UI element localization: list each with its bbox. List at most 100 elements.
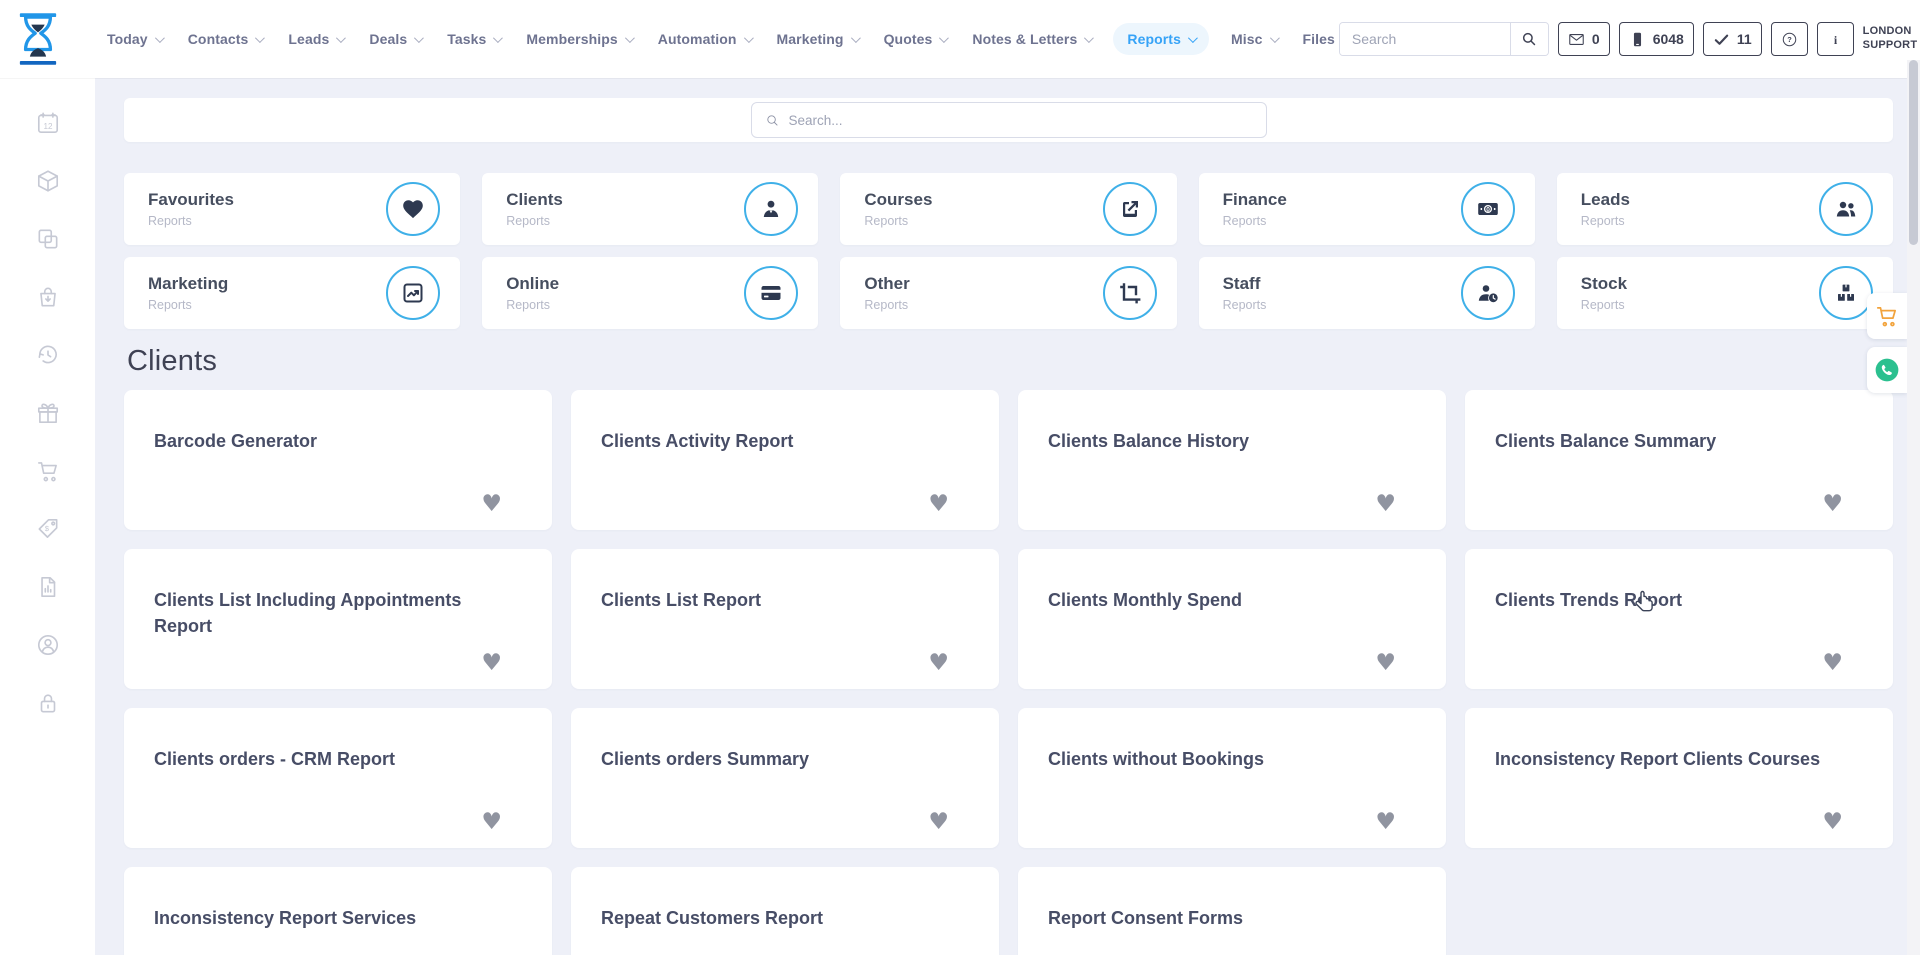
category-card-marketing[interactable]: Marketing Reports bbox=[124, 257, 460, 329]
category-card-online[interactable]: Online Reports bbox=[482, 257, 818, 329]
sidebar-cube-icon[interactable] bbox=[0, 152, 95, 210]
chevron-down-icon bbox=[1084, 33, 1094, 43]
nav-item-label: Contacts bbox=[188, 31, 249, 47]
report-card[interactable]: Clients Trends Report ♥ bbox=[1465, 549, 1893, 689]
whatsapp-fab-button[interactable] bbox=[1867, 347, 1907, 393]
category-icon-circle bbox=[386, 182, 440, 236]
sidebar-gift-icon[interactable] bbox=[0, 384, 95, 442]
report-card[interactable]: Clients Balance Summary ♥ bbox=[1465, 390, 1893, 530]
favourite-heart-icon[interactable]: ♥ bbox=[481, 493, 502, 516]
report-card[interactable]: Report Consent Forms ♥ bbox=[1018, 867, 1446, 955]
top-header: Today Contacts Leads Deals Tasks Memberships A… bbox=[0, 0, 1920, 78]
nav-item-files[interactable]: Files bbox=[1299, 23, 1339, 55]
nav-item-quotes[interactable]: Quotes bbox=[880, 23, 951, 55]
cart-fab-button[interactable] bbox=[1867, 293, 1907, 339]
nav-item-automation[interactable]: Automation bbox=[654, 23, 755, 55]
info-icon: i bbox=[1827, 31, 1844, 48]
report-card[interactable]: Clients Monthly Spend ♥ bbox=[1018, 549, 1446, 689]
messages-badge[interactable]: 0 bbox=[1558, 22, 1610, 56]
category-card-staff[interactable]: Staff Reports bbox=[1199, 257, 1535, 329]
category-card-favourites[interactable]: Favourites Reports bbox=[124, 173, 460, 245]
nav-item-leads[interactable]: Leads bbox=[284, 23, 347, 55]
info-button[interactable]: i bbox=[1817, 22, 1854, 56]
envelope-icon bbox=[1568, 31, 1585, 48]
nav-item-marketing[interactable]: Marketing bbox=[773, 23, 862, 55]
report-card[interactable]: Clients Balance History ♥ bbox=[1018, 390, 1446, 530]
sidebar-report-doc-icon[interactable] bbox=[0, 558, 95, 616]
favourite-heart-icon[interactable]: ♥ bbox=[1375, 652, 1396, 675]
tasks-badge[interactable]: 11 bbox=[1703, 22, 1762, 56]
category-icon-circle bbox=[1819, 266, 1873, 320]
nav-item-misc[interactable]: Misc bbox=[1227, 23, 1281, 55]
sidebar-cart-icon[interactable] bbox=[0, 442, 95, 500]
report-card[interactable]: Clients orders Summary ♥ bbox=[571, 708, 999, 848]
category-card-finance[interactable]: Finance Reports 0 bbox=[1199, 173, 1535, 245]
favourite-heart-icon[interactable]: ♥ bbox=[928, 811, 949, 834]
report-card[interactable]: Clients orders - CRM Report ♥ bbox=[124, 708, 552, 848]
sidebar-user-circle-icon[interactable] bbox=[0, 616, 95, 674]
favourite-heart-icon[interactable]: ♥ bbox=[1375, 811, 1396, 834]
category-subtitle: Reports bbox=[506, 298, 559, 312]
favourite-heart-icon[interactable]: ♥ bbox=[1375, 493, 1396, 516]
nav-item-label: Today bbox=[107, 31, 148, 47]
cart-icon bbox=[1874, 303, 1900, 329]
category-title: Finance bbox=[1223, 190, 1287, 210]
chevron-down-icon bbox=[493, 33, 503, 43]
favourite-heart-icon[interactable]: ♥ bbox=[1822, 652, 1843, 675]
report-card[interactable]: Clients List Including Appointments Repo… bbox=[124, 549, 552, 689]
category-card-clients[interactable]: Clients Reports bbox=[482, 173, 818, 245]
report-card[interactable]: Clients List Report ♥ bbox=[571, 549, 999, 689]
category-title: Online bbox=[506, 274, 559, 294]
report-card[interactable]: Repeat Customers Report ♥ bbox=[571, 867, 999, 955]
favourite-heart-icon[interactable]: ♥ bbox=[481, 652, 502, 675]
chevron-down-icon bbox=[939, 33, 949, 43]
report-card[interactable]: Inconsistency Report Services ♥ bbox=[124, 867, 552, 955]
phone-icon bbox=[1629, 31, 1646, 48]
chevron-down-icon bbox=[851, 33, 861, 43]
crop-icon bbox=[1118, 281, 1142, 305]
nav-item-label: Automation bbox=[658, 31, 737, 47]
category-icon-circle bbox=[1103, 266, 1157, 320]
favourite-heart-icon[interactable]: ♥ bbox=[928, 652, 949, 675]
nav-item-deals[interactable]: Deals bbox=[365, 23, 425, 55]
sidebar-calendar-icon[interactable]: 12 bbox=[0, 94, 95, 152]
category-card-other[interactable]: Other Reports bbox=[840, 257, 1176, 329]
chevron-down-icon bbox=[336, 33, 346, 43]
category-card-courses[interactable]: Courses Reports bbox=[840, 173, 1176, 245]
report-card[interactable]: Clients without Bookings ♥ bbox=[1018, 708, 1446, 848]
favourite-heart-icon[interactable]: ♥ bbox=[1822, 493, 1843, 516]
report-card[interactable]: Clients Activity Report ♥ bbox=[571, 390, 999, 530]
reports-search-input[interactable] bbox=[789, 113, 1253, 128]
category-card-stock[interactable]: Stock Reports bbox=[1557, 257, 1893, 329]
favourite-heart-icon[interactable]: ♥ bbox=[1822, 811, 1843, 834]
sidebar-bag-icon[interactable] bbox=[0, 268, 95, 326]
nav-item-memberships[interactable]: Memberships bbox=[522, 23, 635, 55]
sidebar-copy-icon[interactable] bbox=[0, 210, 95, 268]
favourite-heart-icon[interactable]: ♥ bbox=[481, 811, 502, 834]
search-button[interactable] bbox=[1510, 23, 1548, 55]
favourite-heart-icon[interactable]: ♥ bbox=[928, 493, 949, 516]
sidebar-tag-icon[interactable]: $ bbox=[0, 500, 95, 558]
report-card[interactable]: Inconsistency Report Clients Courses ♥ bbox=[1465, 708, 1893, 848]
nav-item-contacts[interactable]: Contacts bbox=[184, 23, 267, 55]
category-icon-circle bbox=[1103, 182, 1157, 236]
phone-badge[interactable]: 6048 bbox=[1619, 22, 1694, 56]
nav-item-notes-letters[interactable]: Notes & Letters bbox=[968, 23, 1095, 55]
nav-item-tasks[interactable]: Tasks bbox=[443, 23, 504, 55]
reports-grid: Barcode Generator ♥ Clients Activity Rep… bbox=[124, 390, 1893, 955]
scrollbar-thumb[interactable] bbox=[1909, 60, 1918, 245]
sidebar-lock-icon[interactable] bbox=[0, 674, 95, 732]
nav-item-today[interactable]: Today bbox=[103, 23, 166, 55]
report-card[interactable]: Barcode Generator ♥ bbox=[124, 390, 552, 530]
help-button[interactable]: ? bbox=[1771, 22, 1808, 56]
page-scrollbar[interactable] bbox=[1907, 60, 1920, 955]
header-search-input[interactable] bbox=[1340, 23, 1510, 55]
hourglass-logo-icon bbox=[17, 12, 59, 66]
reports-search-field bbox=[751, 102, 1267, 138]
nav-item-reports[interactable]: Reports bbox=[1113, 23, 1209, 55]
sidebar-history-icon[interactable] bbox=[0, 326, 95, 384]
app-logo[interactable] bbox=[0, 12, 95, 66]
category-subtitle: Reports bbox=[864, 298, 909, 312]
report-title: Report Consent Forms bbox=[1048, 905, 1403, 931]
category-card-leads[interactable]: Leads Reports bbox=[1557, 173, 1893, 245]
